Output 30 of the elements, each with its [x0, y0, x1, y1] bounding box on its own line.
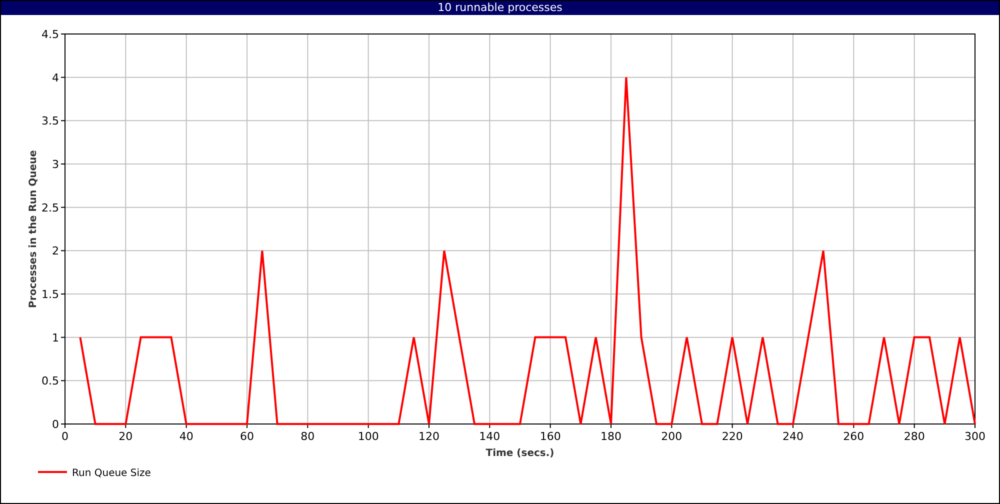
tick-label: 3 — [52, 158, 59, 171]
tick-label: 300 — [964, 430, 986, 443]
tick-label: 220 — [722, 430, 743, 443]
tick-label: 20 — [118, 430, 133, 443]
tick-label: 0.5 — [42, 374, 59, 388]
chart-title: 10 runnable processes — [1, 1, 999, 15]
tick-label: 0 — [62, 430, 68, 443]
axis-label: Time (secs.) — [486, 448, 554, 459]
tick-label: 140 — [479, 430, 500, 443]
tick-label: 40 — [179, 430, 194, 443]
tick-label: 240 — [782, 430, 804, 443]
tick-label: 2 — [52, 244, 59, 258]
tick-label: 2.5 — [42, 201, 59, 214]
tick-label: 180 — [600, 430, 622, 443]
tick-label: 160 — [540, 430, 561, 443]
tick-label: 0 — [52, 418, 59, 431]
tick-label: 120 — [418, 430, 440, 443]
tick-label: 200 — [661, 430, 682, 443]
tick-label: 100 — [358, 430, 379, 443]
tick-label: 280 — [904, 430, 925, 443]
tick-label: 1 — [52, 331, 59, 344]
axis-label: Processes in the Run Queue — [28, 150, 39, 308]
tick-label: 80 — [300, 430, 315, 443]
tick-label: 260 — [843, 430, 864, 443]
tick-label: 3.5 — [42, 114, 59, 128]
tick-label: 4.5 — [42, 28, 59, 41]
tick-label: 60 — [240, 430, 254, 443]
tick-label: 4 — [52, 71, 59, 84]
tick-label: 1.5 — [42, 288, 59, 301]
legend-label: Run Queue Size — [72, 468, 151, 479]
